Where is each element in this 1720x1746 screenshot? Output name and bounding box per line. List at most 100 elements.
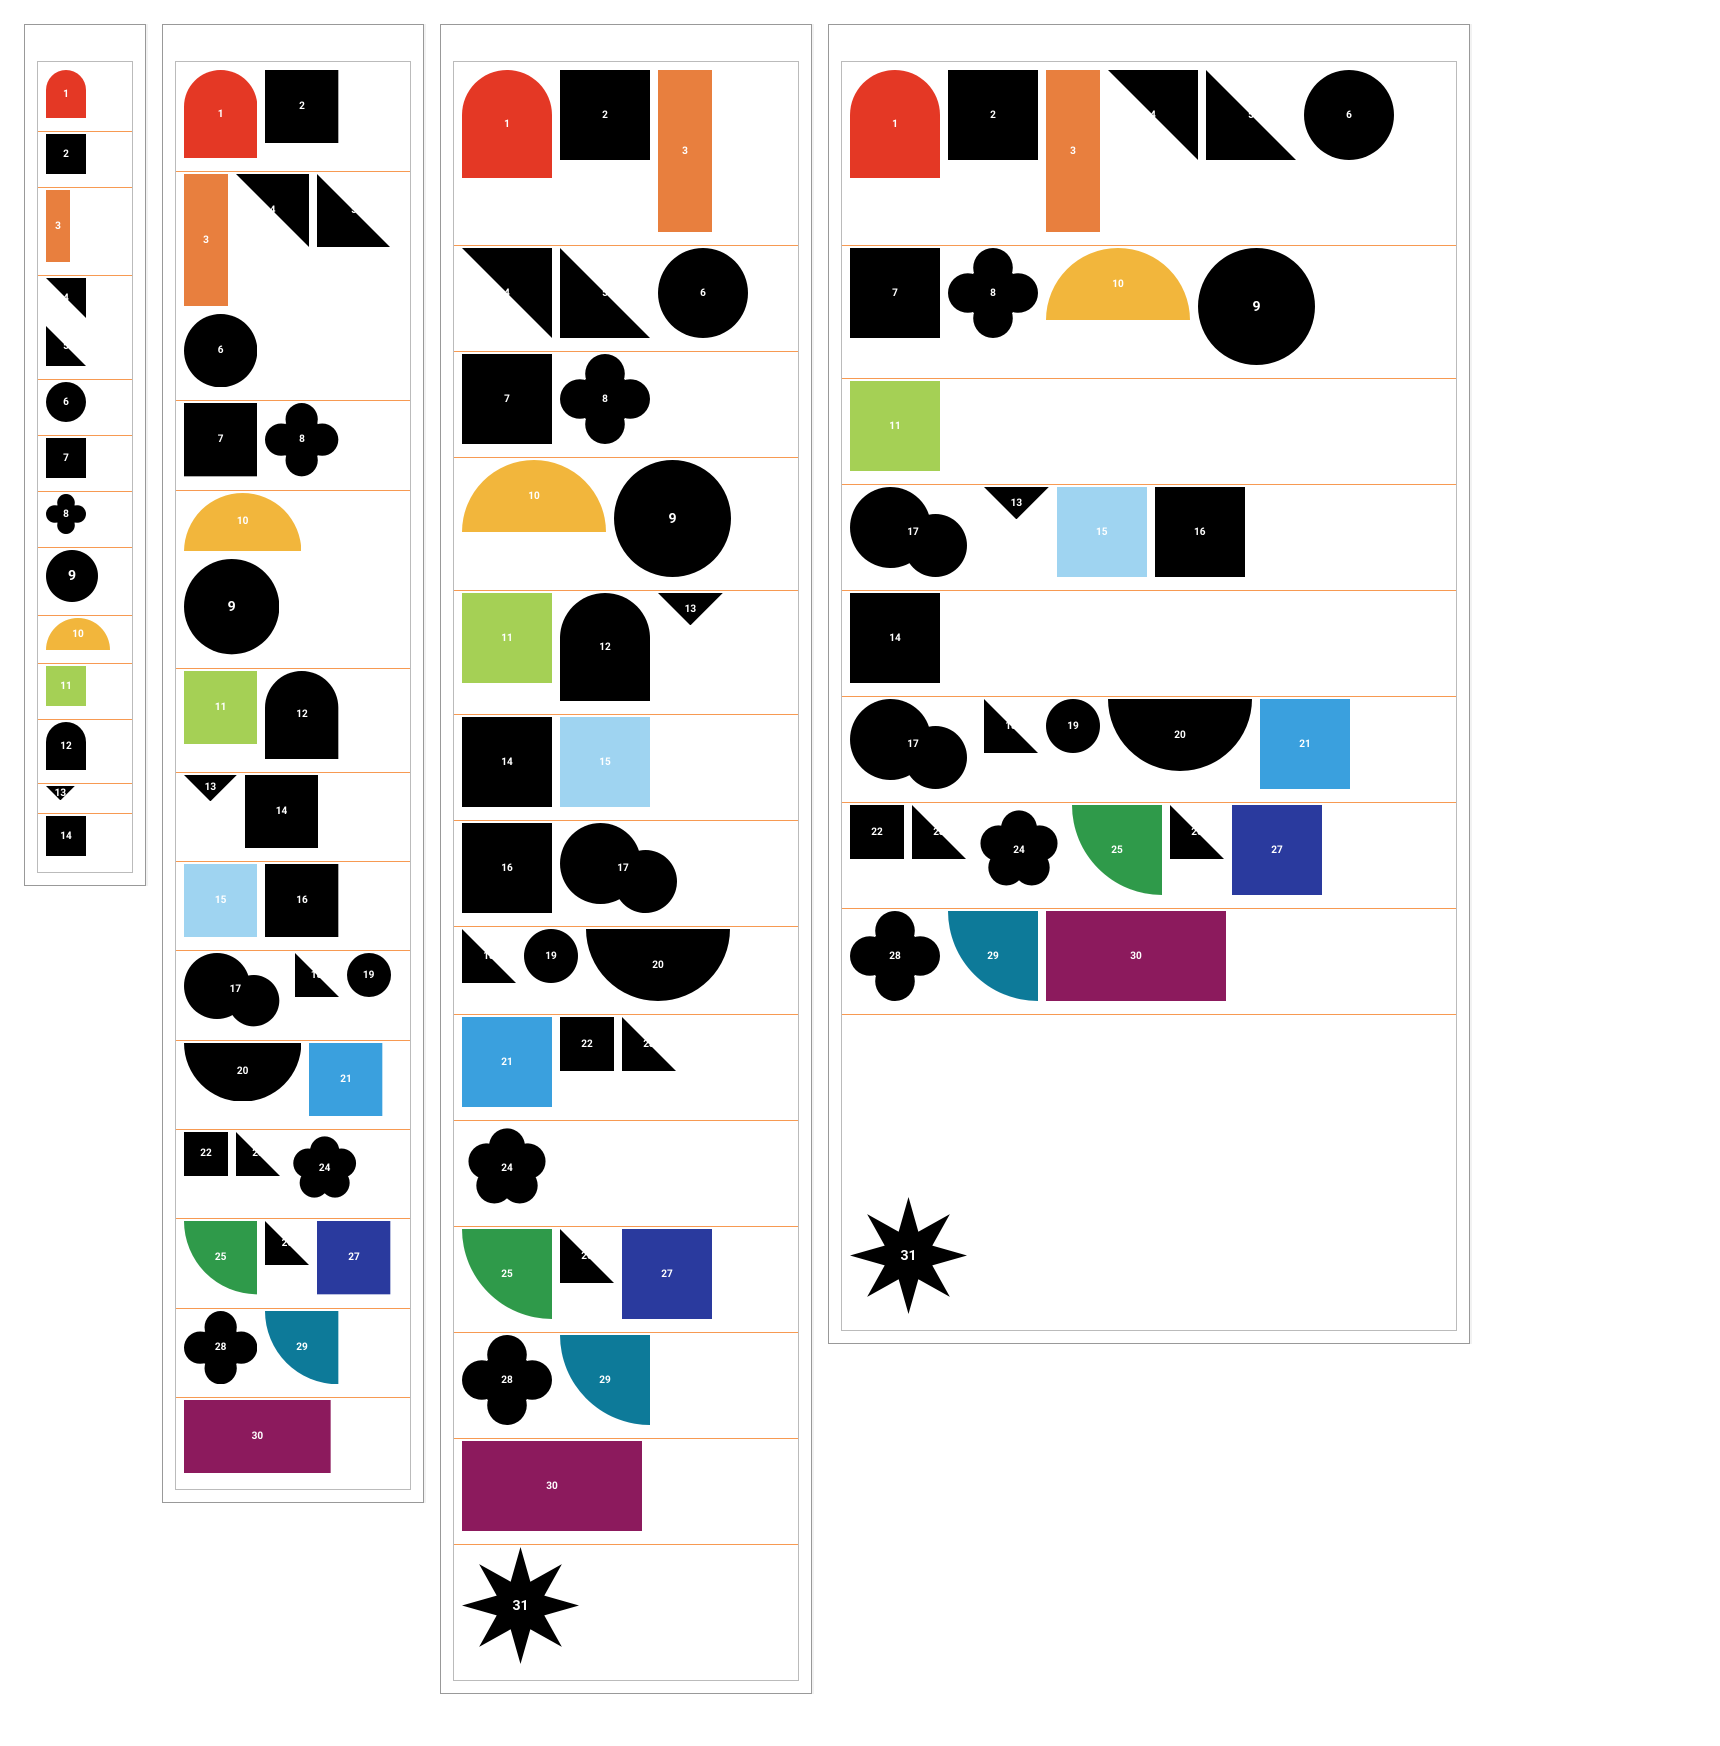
canvas: 1234567810911121314151617181920212223242…	[453, 61, 799, 1681]
shape-3: 3	[1046, 70, 1100, 232]
shape-3: 3	[658, 70, 712, 232]
canvas: 1234567891011121314	[37, 61, 133, 873]
shape-6: 6	[46, 382, 86, 422]
row-divider	[454, 590, 798, 591]
row-divider	[176, 1040, 410, 1041]
row-divider	[176, 1308, 410, 1309]
shape-17: 17	[850, 487, 976, 577]
shape-2: 2	[265, 70, 338, 143]
shape-29: 29	[560, 1335, 650, 1425]
row-divider	[38, 435, 132, 436]
shape-6: 6	[658, 248, 748, 338]
shape-15: 15	[1057, 487, 1147, 577]
row-divider	[842, 378, 1456, 379]
row-divider	[176, 400, 410, 401]
shape-7: 7	[46, 438, 86, 478]
shape-16: 16	[462, 823, 552, 913]
shape-4: 4	[236, 174, 309, 247]
row-divider	[454, 1226, 798, 1227]
shape-21: 21	[309, 1043, 382, 1116]
shape-21: 21	[462, 1017, 552, 1107]
shape-1: 1	[850, 70, 940, 178]
row-divider	[176, 668, 410, 669]
row-divider	[38, 783, 132, 784]
shape-23: 23	[912, 805, 966, 859]
shape-3: 3	[184, 174, 228, 306]
shape-17: 17	[184, 953, 287, 1026]
shape-3: 3	[46, 190, 70, 262]
shape-28: 28	[184, 1311, 257, 1384]
shape-24: 24	[974, 805, 1064, 895]
shape-8: 8	[560, 354, 650, 444]
shape-13: 13	[984, 487, 1049, 519]
shape-29: 29	[265, 1311, 338, 1384]
shape-1: 1	[462, 70, 552, 178]
row-divider	[176, 772, 410, 773]
shape-13: 13	[658, 593, 723, 625]
shape-19: 19	[347, 953, 391, 997]
row-divider	[842, 590, 1456, 591]
row-divider	[38, 379, 132, 380]
shape-5: 5	[560, 248, 650, 338]
shape-9: 9	[184, 559, 279, 654]
row-divider	[454, 714, 798, 715]
row-divider	[38, 663, 132, 664]
row-divider	[454, 245, 798, 246]
row-divider	[454, 1120, 798, 1121]
shape-4: 4	[462, 248, 552, 338]
shape-18: 18	[462, 929, 516, 983]
row-divider	[176, 950, 410, 951]
shape-20: 20	[1108, 699, 1252, 771]
shape-28: 28	[462, 1335, 552, 1425]
shape-9: 9	[46, 550, 98, 602]
shape-7: 7	[462, 354, 552, 444]
shape-4: 4	[1108, 70, 1198, 160]
shape-7: 7	[184, 403, 257, 476]
shape-10: 10	[462, 460, 606, 532]
row-divider	[38, 491, 132, 492]
shape-25: 25	[184, 1221, 257, 1294]
shape-8: 8	[948, 248, 1038, 338]
shape-19: 19	[524, 929, 578, 983]
row-divider	[38, 131, 132, 132]
row-divider	[842, 696, 1456, 697]
row-divider	[176, 861, 410, 862]
row-divider	[176, 171, 410, 172]
shape-11: 11	[462, 593, 552, 683]
shape-28: 28	[850, 911, 940, 1001]
shape-9: 9	[1198, 248, 1315, 365]
shape-10: 10	[184, 493, 301, 552]
shape-26: 26	[560, 1229, 614, 1283]
shape-9: 9	[614, 460, 731, 577]
shape-1: 1	[184, 70, 257, 158]
row-divider	[842, 245, 1456, 246]
shape-14: 14	[46, 816, 86, 856]
shape-4: 4	[46, 278, 86, 318]
row-divider	[176, 490, 410, 491]
row-divider	[454, 1544, 798, 1545]
viewport-column-3: 1234567810911121314151617181920212223242…	[440, 24, 812, 1694]
shape-13: 13	[184, 775, 237, 801]
row-divider	[842, 484, 1456, 485]
shape-11: 11	[184, 671, 257, 744]
row-divider	[176, 1129, 410, 1130]
shape-31: 31	[462, 1547, 579, 1664]
shape-2: 2	[46, 134, 86, 174]
shape-12: 12	[265, 671, 338, 759]
shape-6: 6	[184, 314, 257, 387]
shape-30: 30	[1046, 911, 1226, 1001]
row-divider	[38, 187, 132, 188]
row-divider	[454, 1014, 798, 1015]
shape-15: 15	[560, 717, 650, 807]
row-divider	[38, 813, 132, 814]
viewport-column-1: 1234567891011121314	[24, 24, 146, 886]
shape-20: 20	[184, 1043, 301, 1102]
shape-27: 27	[622, 1229, 712, 1319]
shape-13: 13	[46, 786, 75, 800]
shape-11: 11	[46, 666, 86, 706]
shape-30: 30	[462, 1441, 642, 1531]
shape-22: 22	[850, 805, 904, 859]
row-divider	[842, 908, 1456, 909]
row-divider	[454, 1438, 798, 1439]
row-divider	[38, 547, 132, 548]
